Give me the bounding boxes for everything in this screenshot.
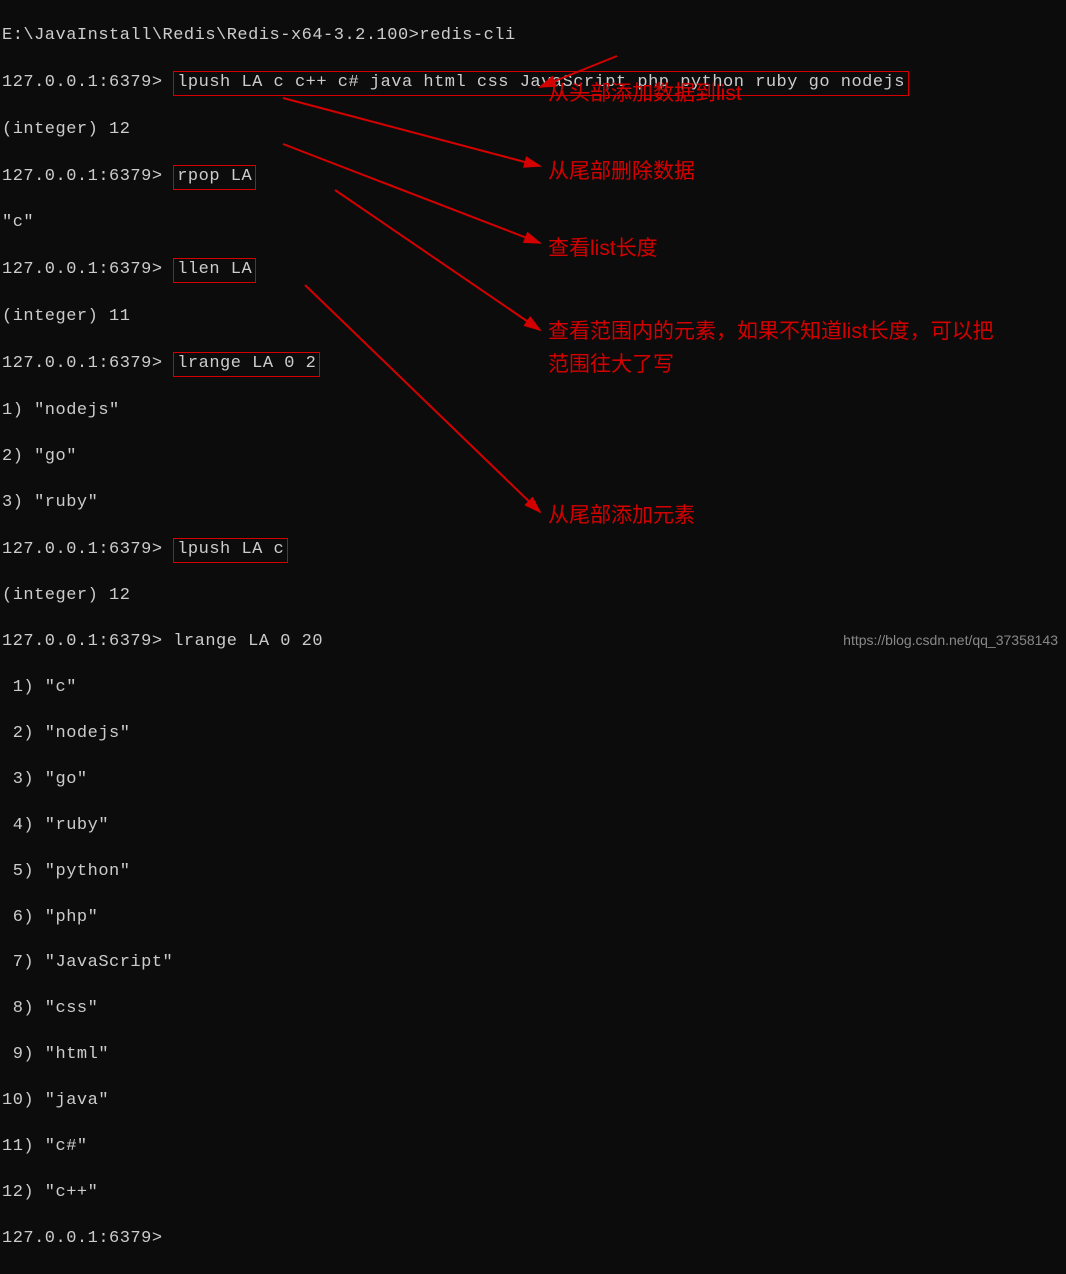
cmd-lrange2: lrange LA 0 20: [173, 632, 323, 651]
output-f6: 6) "php": [2, 907, 1066, 930]
cmd-lpush2: lpush LA c: [173, 538, 288, 563]
output-f4: 4) "ruby": [2, 815, 1066, 838]
cmd-line-lpush2: 127.0.0.1:6379> lpush LA c: [2, 538, 1066, 563]
output-r2: 2) "go": [2, 446, 1066, 469]
cmd-line-llen: 127.0.0.1:6379> llen LA: [2, 258, 1066, 283]
output-f9: 9) "html": [2, 1044, 1066, 1067]
cmd-llen: llen LA: [173, 258, 256, 283]
cmd-line-lpush1: 127.0.0.1:6379> lpush LA c c++ c# java h…: [2, 71, 1066, 96]
annotation-lrange: 查看范围内的元素，如果不知道list长度，可以把范围往大了写: [548, 316, 998, 381]
output-f3: 3) "go": [2, 769, 1066, 792]
prompt: 127.0.0.1:6379>: [2, 540, 173, 559]
cmd-rpop: rpop LA: [173, 165, 256, 190]
empty-prompt[interactable]: 127.0.0.1:6379>: [2, 1228, 1066, 1251]
annotation-lpush: 从头部添加数据到list: [548, 78, 742, 111]
watermark: https://blog.csdn.net/qq_37358143: [843, 631, 1058, 650]
annotation-llen: 查看list长度: [548, 233, 658, 266]
prompt: 127.0.0.1:6379>: [2, 354, 173, 373]
annotation-lpush2: 从尾部添加元素: [548, 500, 695, 533]
annotation-rpop: 从尾部删除数据: [548, 156, 695, 189]
cmd-lpush1: lpush LA c c++ c# java html css JavaScri…: [173, 71, 909, 96]
output-f7: 7) "JavaScript": [2, 952, 1066, 975]
cmd-line-rpop: 127.0.0.1:6379> rpop LA: [2, 165, 1066, 190]
output-f11: 11) "c#": [2, 1136, 1066, 1159]
output-f1: 1) "c": [2, 677, 1066, 700]
output-f10: 10) "java": [2, 1090, 1066, 1113]
output-r1: 1) "nodejs": [2, 400, 1066, 423]
output-f12: 12) "c++": [2, 1182, 1066, 1205]
output-int12a: (integer) 12: [2, 119, 1066, 142]
output-f5: 5) "python": [2, 861, 1066, 884]
path-line: E:\JavaInstall\Redis\Redis-x64-3.2.100>r…: [2, 25, 1066, 48]
prompt: 127.0.0.1:6379>: [2, 73, 173, 92]
output-int12b: (integer) 12: [2, 585, 1066, 608]
output-f8: 8) "css": [2, 998, 1066, 1021]
cmd-lrange1: lrange LA 0 2: [173, 352, 320, 377]
prompt: 127.0.0.1:6379>: [2, 167, 173, 186]
output-r3: 3) "ruby": [2, 492, 1066, 515]
output-c: "c": [2, 212, 1066, 235]
prompt: 127.0.0.1:6379>: [2, 632, 173, 651]
output-f2: 2) "nodejs": [2, 723, 1066, 746]
prompt: 127.0.0.1:6379>: [2, 260, 173, 279]
